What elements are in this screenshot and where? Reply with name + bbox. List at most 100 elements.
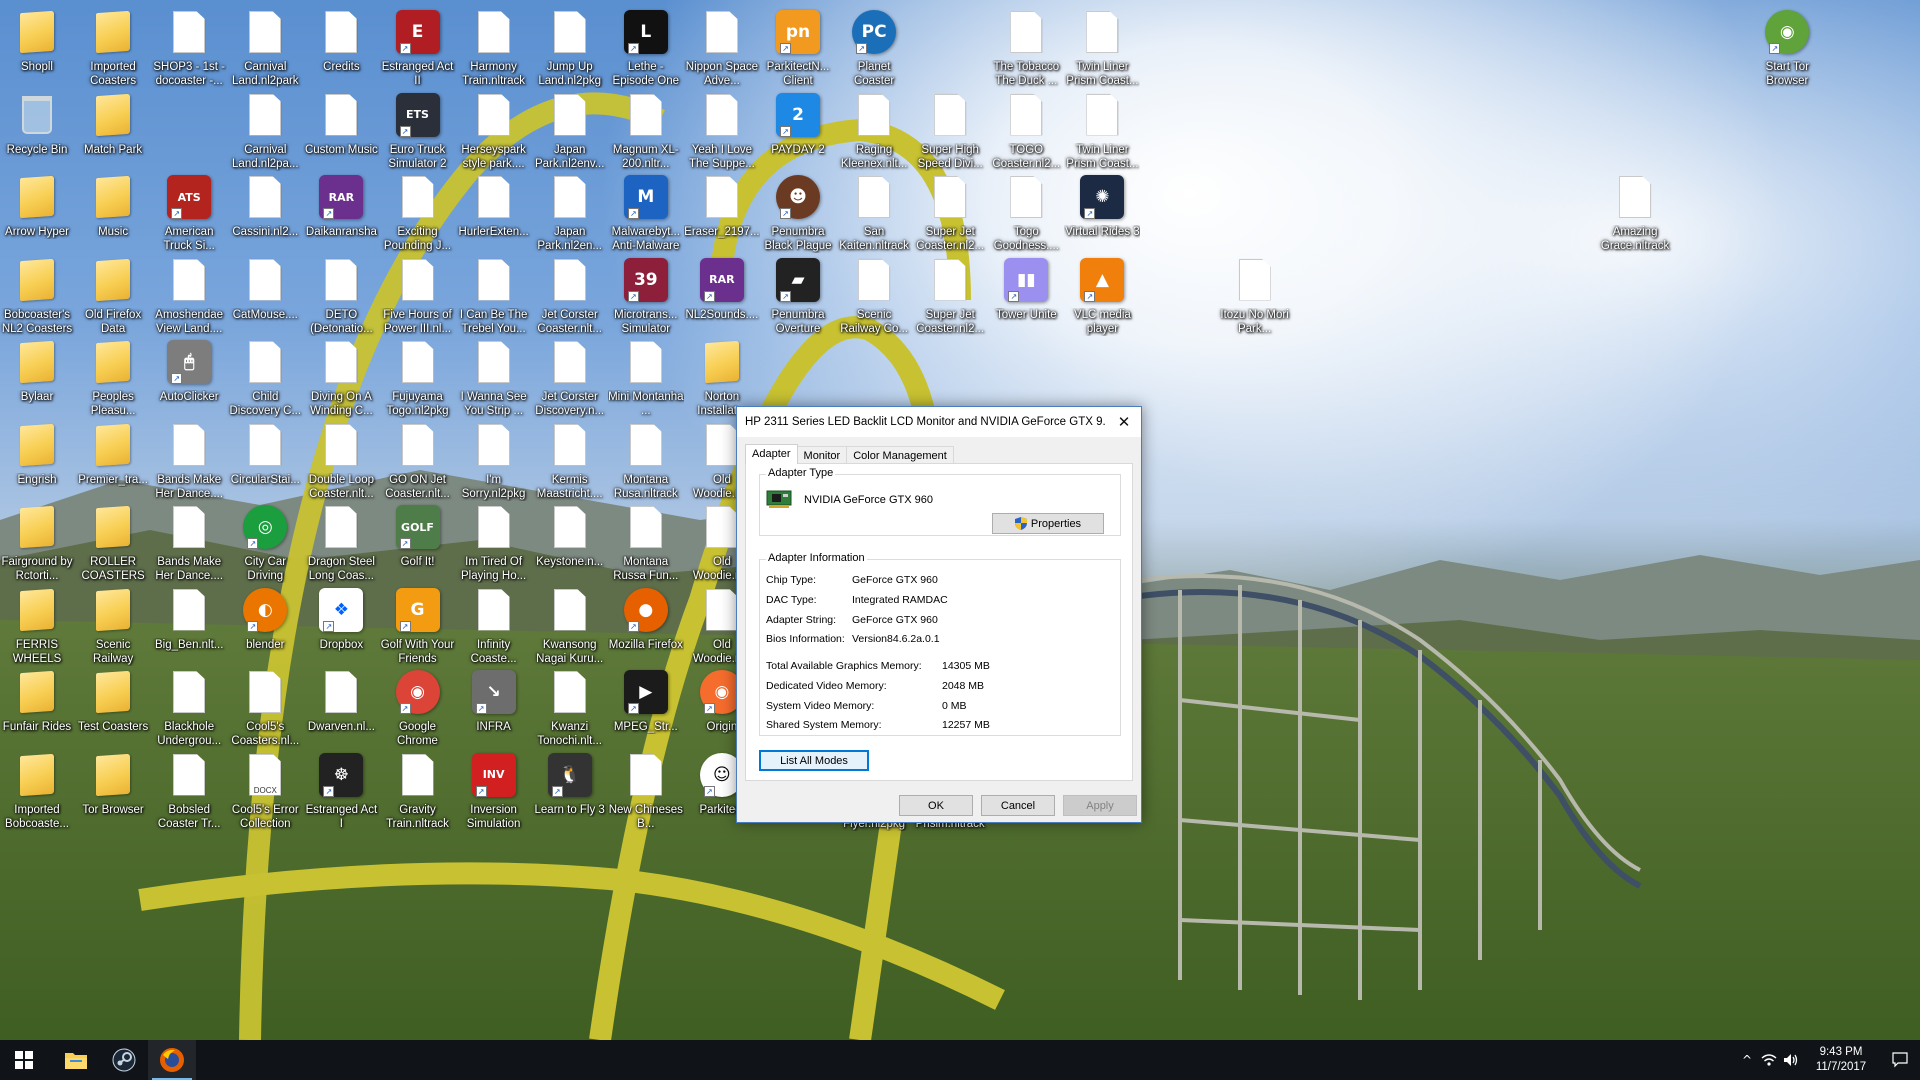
icon-shape — [249, 258, 282, 301]
file-icon — [622, 91, 670, 139]
icon-shape — [705, 93, 738, 136]
system-video-memory-value: 0 MB — [942, 700, 967, 712]
icon-shape — [96, 588, 131, 631]
desktop-icon-label: Cassini.nl2... — [232, 226, 299, 238]
desktop-icon-amazing-grace-nltrack[interactable]: Amazing Grace.nltrack — [1597, 167, 1673, 267]
list-all-modes-button[interactable]: List All Modes — [759, 750, 869, 771]
desktop-icon-new-chineses-b[interactable]: New Chineses B... — [608, 745, 684, 845]
show-hidden-icons-chevron[interactable]: ^ — [1736, 1040, 1758, 1080]
desktop-icon-penumbra-overture[interactable]: ▰ ↗ Penumbra Overture — [760, 250, 836, 350]
taskbar: ^ 9:43 PM 11/7/2017 — [0, 1040, 1920, 1080]
folder-icon — [89, 668, 137, 716]
file-icon — [546, 586, 594, 634]
desktop-icon-tor-browser[interactable]: Tor Browser — [75, 745, 151, 845]
close-icon[interactable]: ✕ — [1107, 407, 1141, 437]
apply-button[interactable]: Apply — [1063, 795, 1137, 816]
desktop-icon-gravity-train-nltrack[interactable]: Gravity Train.nltrack — [380, 745, 456, 845]
desktop-icon-label: CircularStai... — [230, 473, 300, 486]
desktop-icon-scenic-railway-co[interactable]: Scenic Railway Co... — [836, 250, 912, 350]
wifi-icon — [1761, 1054, 1777, 1066]
desktop-icon-label: Estranged Act I — [305, 803, 378, 830]
volume-icon[interactable] — [1780, 1040, 1802, 1080]
properties-button[interactable]: Properties — [992, 513, 1104, 534]
desktop-icon-learn-to-fly-3[interactable]: 🐧 ↗ Learn to Fly 3 — [532, 745, 608, 845]
ok-button[interactable]: OK — [899, 795, 973, 816]
autoclicker-icon: 🖱 ↗ — [165, 338, 213, 386]
learn-to-fly-3-icon: 🐧 ↗ — [546, 751, 594, 799]
file-icon — [470, 421, 518, 469]
icon-shape — [20, 423, 54, 466]
file-icon — [470, 91, 518, 139]
icon-shape — [96, 340, 131, 384]
file-icon — [241, 173, 289, 221]
system-video-memory-label: System Video Memory: — [766, 700, 875, 712]
desktop-icon-label: Custom Music — [304, 143, 378, 156]
parkitectn-client-icon: pn ↗ — [774, 8, 822, 56]
icon-shape — [173, 588, 206, 631]
desktop-icon-label: PAYDAY 2 — [771, 143, 825, 156]
taskbar-firefox[interactable] — [148, 1040, 196, 1080]
desktop-icon-cool5-s-error-collection[interactable]: DOCX Cool5's Error Collection — [227, 745, 303, 845]
icon-shape — [629, 93, 662, 136]
folder-icon — [89, 751, 137, 799]
desktop-icon-label: INFRA — [476, 721, 511, 733]
shortcut-arrow-icon: ↗ — [1008, 290, 1020, 302]
adapter-string-value: GeForce GTX 960 — [852, 614, 938, 626]
desktop-icon-inversion-simulation[interactable]: INV ↗ Inversion Simulation — [456, 745, 532, 845]
icon-shape — [20, 340, 54, 384]
shortcut-arrow-icon: ↗ — [780, 290, 791, 302]
taskbar-steam[interactable] — [100, 1040, 148, 1080]
file-icon — [241, 421, 289, 469]
golf-it-icon: GOLF ↗ — [394, 503, 442, 551]
dialog-titlebar[interactable]: HP 2311 Series LED Backlit LCD Monitor a… — [737, 407, 1141, 437]
desktop-icon-label: Amazing Grace.nltrack — [1600, 226, 1670, 252]
shortcut-arrow-icon: ↗ — [1084, 290, 1096, 302]
icon-shape — [325, 506, 358, 548]
dialog-tabs: Adapter Monitor Color Management — [745, 444, 954, 464]
icon-shape — [401, 423, 434, 466]
file-icon — [546, 256, 594, 304]
desktop-icon-vlc-media-player[interactable]: ▲ ↗ VLC media player — [1064, 250, 1140, 350]
cancel-button[interactable]: Cancel — [981, 795, 1055, 816]
desktop-icon-label: Music — [98, 226, 129, 238]
icon-shape — [705, 588, 738, 631]
dedicated-video-memory-value: 2048 MB — [942, 680, 985, 692]
lethe-episode-one-icon: L ↗ — [622, 8, 670, 56]
file-explorer-icon — [65, 1053, 87, 1069]
icon-shape — [173, 506, 206, 548]
desktop-icon-shop3-1st-docoaster[interactable]: SHOP3 - 1st - docoaster -... — [151, 2, 227, 102]
icon-shape — [705, 423, 738, 466]
graphics-card-icon — [766, 490, 792, 508]
file-icon — [317, 91, 365, 139]
desktop-icon-tower-unite[interactable]: ▮▮ ↗ Tower Unite — [988, 250, 1064, 350]
file-icon — [394, 256, 442, 304]
taskbar-clock[interactable]: 9:43 PM 11/7/2017 — [1802, 1045, 1880, 1075]
shortcut-arrow-icon: ↗ — [703, 703, 715, 714]
desktop-icon-estranged-act-i[interactable]: ☸ ↗ Estranged Act I — [303, 745, 379, 845]
icon-shape — [1619, 176, 1652, 218]
network-icon[interactable] — [1758, 1040, 1780, 1080]
desktop-icon-itozu-no-mori-park[interactable]: Itozu No Mori Park... — [1217, 250, 1293, 350]
desktop-icon-label: Daikanransha — [305, 226, 377, 238]
icon-shape — [96, 753, 131, 796]
desktop-icon-start-tor-browser[interactable]: ◉ ↗ Start Tor Browser — [1749, 2, 1825, 102]
icon-shape — [629, 753, 662, 796]
file-icon — [394, 421, 442, 469]
file-icon — [165, 503, 213, 551]
shortcut-arrow-icon: ↗ — [399, 538, 411, 549]
start-button[interactable] — [0, 1040, 48, 1080]
taskbar-file-explorer[interactable] — [52, 1040, 100, 1080]
desktop-icon-label: Engrish — [17, 473, 57, 486]
tab-monitor[interactable]: Monitor — [796, 446, 848, 464]
desktop-icon-imported-bobcoaste[interactable]: Imported Bobcoaste... — [0, 745, 75, 845]
desktop-icon-bobsled-coaster-tr[interactable]: Bobsled Coaster Tr... — [151, 745, 227, 845]
tab-color-management[interactable]: Color Management — [846, 446, 954, 464]
dac-type-row: DAC Type: Integrated RAMDAC — [766, 594, 948, 606]
action-center-button[interactable] — [1880, 1040, 1920, 1080]
folder-icon — [13, 173, 61, 221]
dac-type-value: Integrated RAMDAC — [852, 594, 948, 606]
shortcut-arrow-icon: ↗ — [171, 208, 183, 219]
adapter-type-group-label: Adapter Type — [766, 467, 836, 479]
desktop-icon-super-jet-coaster-nl2[interactable]: Super Jet Coaster.nl2... — [912, 250, 988, 350]
tab-adapter[interactable]: Adapter — [745, 444, 798, 464]
